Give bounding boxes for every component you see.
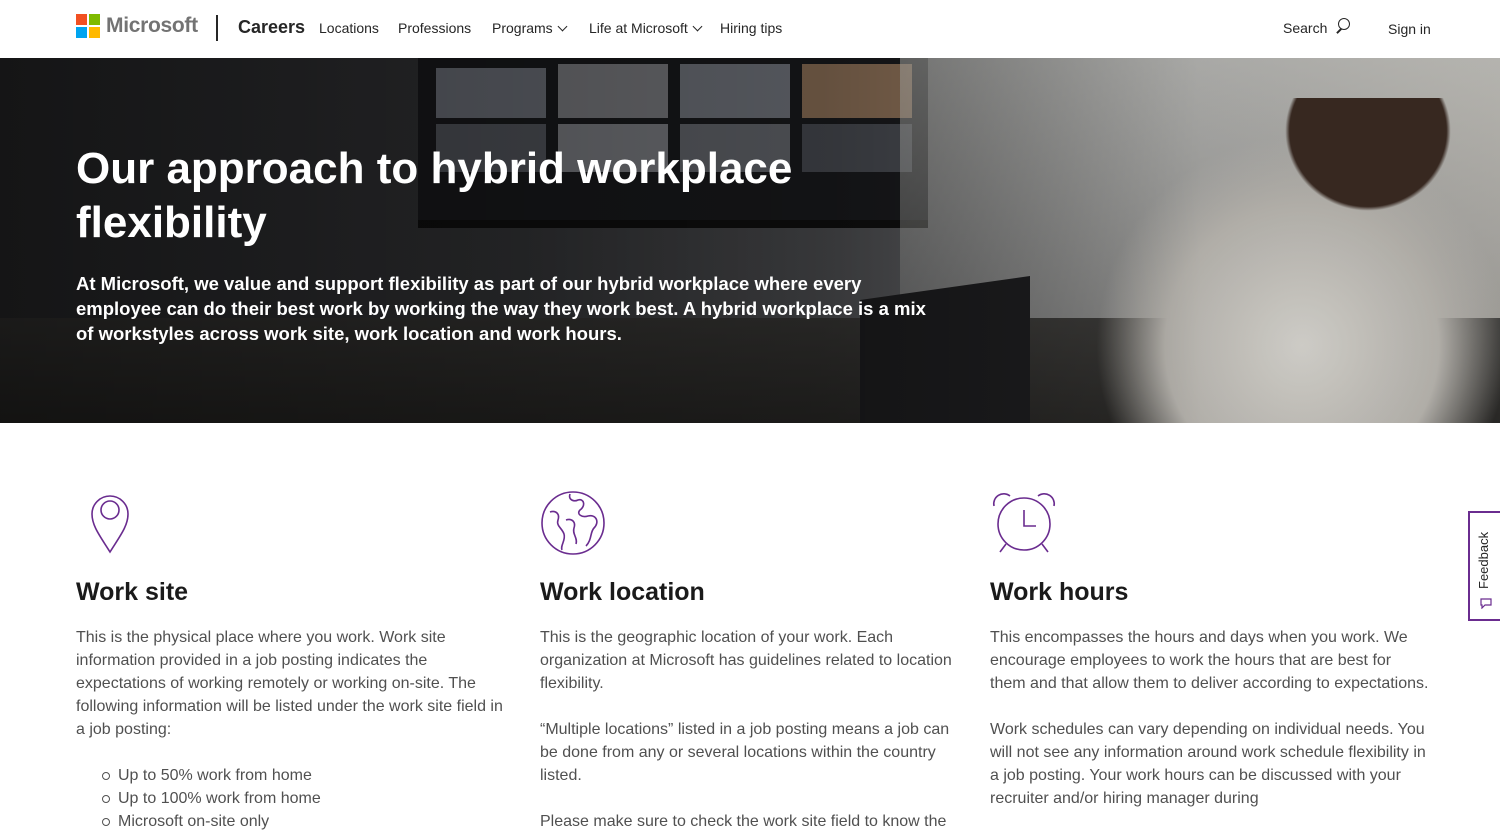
nav-label: Professions: [398, 20, 472, 36]
list-item: Up to 50% work from home: [102, 764, 516, 787]
brand-name: Microsoft: [106, 14, 198, 37]
search-icon: [1333, 18, 1351, 36]
hero-banner: Our approach to hybrid workplace flexibi…: [0, 58, 1500, 423]
nav-label: Locations: [319, 20, 379, 36]
nav-label: Life at Microsoft: [589, 20, 688, 36]
nav-locations[interactable]: Locations: [319, 20, 379, 36]
feedback-label: Feedback: [1476, 531, 1491, 589]
chevron-down-icon: [557, 21, 568, 31]
site-header: Microsoft Careers Locations Professions …: [0, 0, 1500, 58]
page-title: Our approach to hybrid workplace flexibi…: [76, 144, 793, 247]
sign-in-link[interactable]: Sign in: [1388, 21, 1431, 37]
work-site-options-list: Up to 50% work from home Up to 100% work…: [102, 764, 516, 831]
feedback-icon: [1480, 598, 1492, 609]
section-paragraph: This is the geographic location of your …: [540, 629, 952, 692]
nav-label: Hiring tips: [720, 20, 783, 36]
nav-professions[interactable]: Professions: [398, 20, 471, 36]
nav-label: Programs: [492, 20, 553, 36]
chevron-down-icon: [692, 21, 703, 31]
search-button[interactable]: Search: [1283, 18, 1351, 36]
search-label: Search: [1283, 20, 1328, 36]
nav-hiring-tips[interactable]: Hiring tips: [720, 20, 782, 36]
work-location-section: Work location This is the geographic loc…: [540, 490, 965, 831]
list-item: Microsoft on-site only: [102, 810, 516, 831]
nav-programs[interactable]: Programs: [492, 20, 568, 36]
feedback-button[interactable]: Feedback: [1468, 511, 1500, 621]
section-paragraph: Work schedules can vary depending on ind…: [990, 721, 1426, 807]
nav-life-at-microsoft[interactable]: Life at Microsoft: [589, 20, 703, 36]
globe-icon: [541, 491, 605, 555]
section-title: Work hours: [990, 578, 1129, 606]
careers-home-link[interactable]: Careers: [238, 17, 305, 38]
microsoft-logo-icon: [76, 14, 100, 38]
section-paragraph: “Multiple locations” listed in a job pos…: [540, 721, 950, 784]
work-hours-section: Work hours This encompasses the hours an…: [990, 490, 1430, 831]
work-site-section: Work site This is the physical place whe…: [76, 490, 516, 831]
list-item: Up to 100% work from home: [102, 787, 516, 810]
section-paragraph: This is the physical place where you wor…: [76, 629, 503, 738]
section-title: Work location: [540, 578, 705, 606]
section-paragraph: Please make sure to check the work site …: [540, 813, 947, 830]
header-divider: [216, 15, 218, 41]
section-paragraph: This encompasses the hours and days when…: [990, 629, 1429, 692]
section-title: Work site: [76, 578, 189, 606]
location-pin-icon: [91, 495, 129, 554]
alarm-clock-icon: [992, 493, 1056, 553]
microsoft-logo[interactable]: Microsoft: [76, 14, 198, 38]
hero-subtitle: At Microsoft, we value and support flexi…: [76, 273, 926, 344]
